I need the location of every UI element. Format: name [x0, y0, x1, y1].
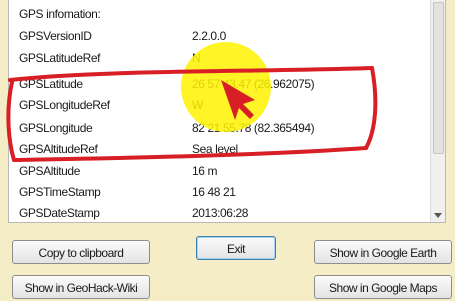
show-in-geohack-wiki-button[interactable]: Show in GeoHack-Wiki: [12, 275, 150, 299]
property-name: GPSTimeStamp: [19, 185, 101, 199]
property-value: 16 48 21: [192, 185, 236, 199]
gps-info-window: GPS infomation: GPSVersionID 2.2.0.0 GPS…: [0, 0, 455, 301]
property-value: Sea level: [192, 142, 238, 156]
gps-properties-list[interactable]: GPS infomation: GPSVersionID 2.2.0.0 GPS…: [8, 0, 446, 223]
list-item[interactable]: GPSLatitude 26 57 43.47 (26.962075): [9, 75, 429, 93]
list-item[interactable]: GPSLatitudeRef N: [9, 49, 429, 67]
property-name: GPSLongitude: [19, 121, 93, 135]
property-name: GPSLatitude: [19, 77, 83, 91]
show-in-google-maps-button[interactable]: Show in Google Maps: [314, 275, 452, 299]
copy-to-clipboard-button[interactable]: Copy to clipboard: [12, 240, 150, 264]
property-name: GPSAltitude: [19, 164, 80, 178]
list-item[interactable]: GPSAltitude 16 m: [9, 162, 429, 180]
vertical-scrollbar[interactable]: [430, 0, 445, 222]
property-value: 2.2.0.0: [192, 29, 226, 43]
property-value: 26 57 43.47 (26.962075): [192, 77, 315, 91]
property-value: 2013:06:28: [192, 206, 249, 220]
list-item[interactable]: GPSAltitudeRef Sea level: [9, 140, 429, 158]
scroll-down-icon[interactable]: [434, 213, 442, 218]
list-item[interactable]: GPSLongitudeRef W: [9, 96, 429, 114]
scrollbar-thumb[interactable]: [433, 2, 444, 154]
property-name: GPSDateStamp: [19, 206, 100, 220]
list-item[interactable]: GPSLongitude 82 21 55.78 (82.365494): [9, 119, 429, 137]
show-in-google-earth-button[interactable]: Show in Google Earth: [314, 240, 452, 264]
list-item[interactable]: GPSTimeStamp 16 48 21: [9, 183, 429, 201]
property-value: 16 m: [192, 164, 218, 178]
property-name: GPSAltitudeRef: [19, 142, 98, 156]
list-item[interactable]: GPSVersionID 2.2.0.0: [9, 27, 429, 45]
property-name: GPSLatitudeRef: [19, 51, 101, 65]
property-name: GPS infomation:: [19, 7, 101, 21]
property-value: N: [192, 51, 201, 65]
property-value: W: [192, 98, 203, 112]
list-item[interactable]: GPSDateStamp 2013:06:28: [9, 204, 429, 222]
property-value: 82 21 55.78 (82.365494): [192, 121, 315, 135]
property-name: GPSLongitudeRef: [19, 98, 110, 112]
exit-button[interactable]: Exit: [196, 236, 276, 260]
list-item[interactable]: GPS infomation:: [9, 5, 429, 23]
property-name: GPSVersionID: [19, 29, 92, 43]
